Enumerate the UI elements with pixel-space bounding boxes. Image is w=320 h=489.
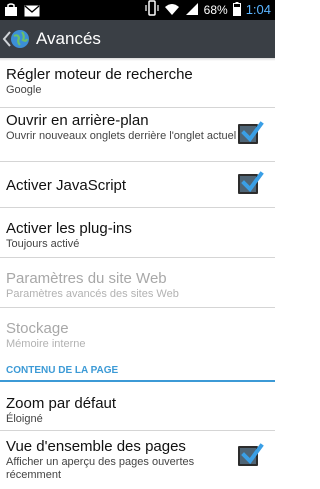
javascript-setting[interactable]: Activer JavaScript bbox=[0, 162, 275, 208]
overview-summary: Afficher un aperçu des pages ouvertes ré… bbox=[6, 456, 195, 481]
default-zoom-title: Zoom par défaut bbox=[6, 395, 117, 412]
storage-title: Stockage bbox=[6, 320, 69, 337]
plugins-summary: Toujours activé bbox=[6, 238, 80, 250]
vibrate-icon bbox=[145, 0, 159, 20]
globe-icon[interactable] bbox=[10, 29, 30, 49]
check-icon bbox=[241, 443, 264, 465]
bag-icon bbox=[4, 2, 18, 21]
default-zoom-summary: Éloigné bbox=[6, 413, 43, 425]
status-bar: 68% 1:04 bbox=[0, 0, 275, 20]
search-engine-setting[interactable]: Régler moteur de recherche Google bbox=[0, 58, 275, 108]
default-zoom-setting[interactable]: Zoom par défaut Éloigné bbox=[0, 382, 275, 431]
background-open-checkbox[interactable] bbox=[238, 121, 264, 144]
storage-setting: Stockage Mémoire interne bbox=[0, 308, 275, 358]
battery-percent: 68% bbox=[203, 3, 228, 17]
search-engine-title: Régler moteur de recherche bbox=[6, 66, 193, 83]
page-title: Avancés bbox=[36, 29, 101, 48]
site-settings-title: Paramètres du site Web bbox=[6, 270, 167, 287]
settings-list: Régler moteur de recherche Google Ouvrir… bbox=[0, 58, 275, 485]
site-settings-setting: Paramètres du site Web Paramètres avancé… bbox=[0, 258, 275, 308]
background-open-setting[interactable]: Ouvrir en arrière-plan Ouvrir nouveaux o… bbox=[0, 108, 275, 162]
plugins-title: Activer les plug-ins bbox=[6, 220, 132, 237]
javascript-checkbox[interactable] bbox=[238, 171, 264, 194]
clock: 1:04 bbox=[245, 2, 271, 17]
overview-title: Vue d'ensemble des pages bbox=[6, 438, 186, 455]
overview-checkbox[interactable] bbox=[238, 443, 264, 466]
battery-icon bbox=[232, 1, 241, 20]
site-settings-summary: Paramètres avancés des sites Web bbox=[6, 288, 179, 300]
check-icon bbox=[241, 121, 264, 143]
plugins-setting[interactable]: Activer les plug-ins Toujours activé bbox=[0, 208, 275, 258]
page-content-header-label: CONTENU DE LA PAGE bbox=[6, 365, 119, 376]
action-bar: Avancés bbox=[0, 20, 275, 61]
page-content-header: CONTENU DE LA PAGE bbox=[0, 358, 275, 382]
javascript-title: Activer JavaScript bbox=[6, 177, 127, 194]
wifi-icon bbox=[164, 1, 180, 20]
search-engine-summary: Google bbox=[6, 84, 42, 96]
storage-summary: Mémoire interne bbox=[6, 338, 86, 350]
mail-icon bbox=[24, 2, 40, 21]
signal-icon bbox=[185, 1, 199, 20]
background-open-title: Ouvrir en arrière-plan bbox=[6, 112, 149, 129]
overview-setting[interactable]: Vue d'ensemble des pages Afficher un ape… bbox=[0, 431, 275, 485]
background-open-summary: Ouvrir nouveaux onglets derrière l'ongle… bbox=[6, 130, 237, 142]
check-icon bbox=[241, 171, 264, 193]
